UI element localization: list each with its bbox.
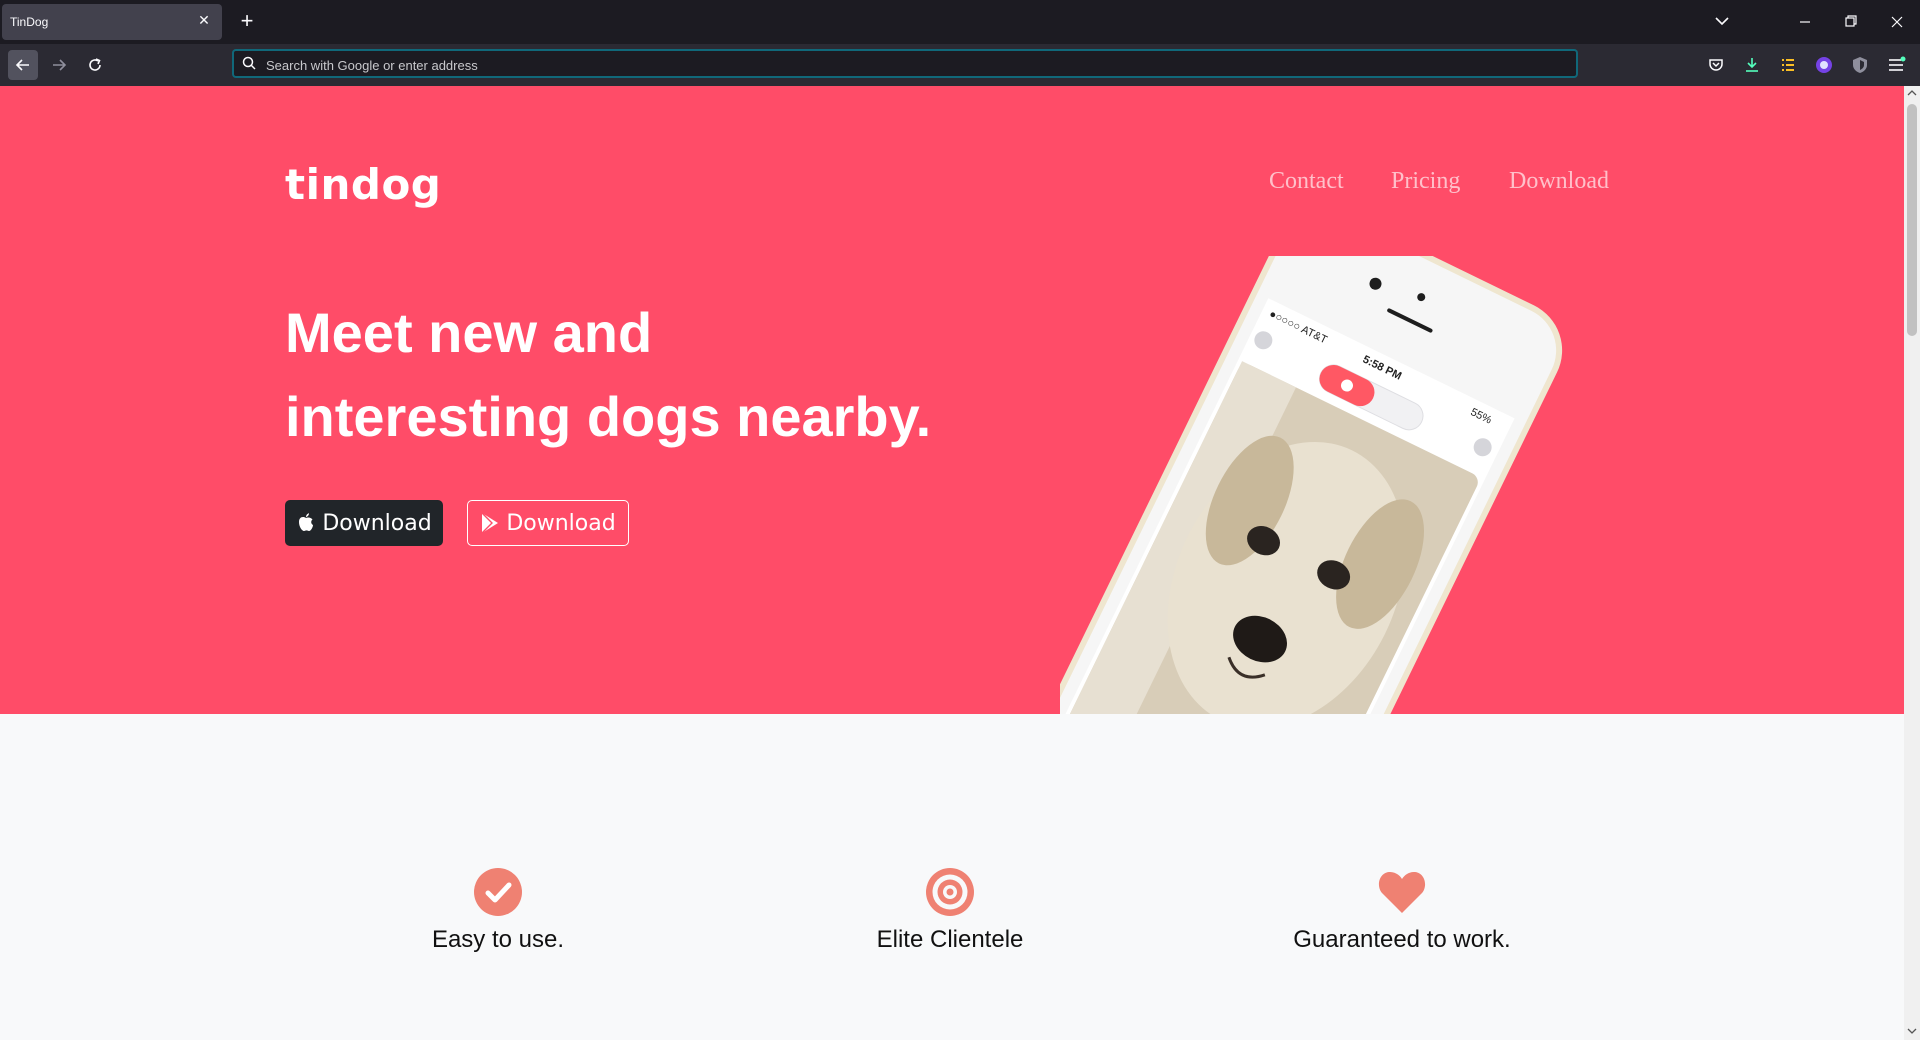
list-all-tabs-icon[interactable] (1707, 8, 1737, 36)
close-window-icon[interactable] (1882, 8, 1912, 36)
account-avatar-icon[interactable] (1814, 55, 1834, 75)
library-icon[interactable] (1778, 55, 1798, 75)
forward-arrow-icon (53, 59, 67, 71)
scroll-up-icon[interactable] (1907, 88, 1917, 98)
feature-title: Elite Clientele (876, 926, 1024, 953)
feature-title: Guaranteed to work. (1293, 926, 1511, 953)
minimize-window-icon[interactable] (1790, 8, 1820, 36)
page-viewport: tindog Contact Pricing Download Meet new… (0, 86, 1904, 1040)
headline-line-1: Meet new and (285, 301, 653, 364)
downloads-icon[interactable] (1742, 55, 1762, 75)
google-play-icon (481, 512, 499, 534)
scroll-thumb[interactable] (1907, 104, 1917, 336)
hero-headline: Meet new and interesting dogs nearby. (285, 291, 931, 459)
check-circle-icon (474, 868, 522, 916)
nav-link-pricing[interactable]: Pricing (1391, 168, 1460, 195)
forward-button[interactable] (44, 50, 74, 80)
google-play-download-button[interactable]: Download (467, 500, 629, 546)
back-button[interactable] (8, 50, 38, 80)
tab-close-icon[interactable]: ✕ (196, 12, 212, 28)
page-scrollbar[interactable] (1904, 86, 1920, 1040)
address-input[interactable] (264, 53, 1558, 77)
address-bar[interactable] (232, 49, 1578, 78)
apple-download-button[interactable]: Download (285, 500, 443, 546)
reload-button[interactable] (80, 50, 110, 80)
headline-line-2: interesting dogs nearby. (285, 385, 932, 448)
feature-title: Easy to use. (431, 926, 565, 953)
pocket-icon[interactable] (1706, 55, 1726, 75)
tab-title: TinDog (10, 15, 49, 29)
app-menu-icon[interactable] (1886, 55, 1906, 75)
hero-section: tindog Contact Pricing Download Meet new… (0, 86, 1904, 714)
shield-icon[interactable] (1850, 55, 1870, 75)
nav-link-contact[interactable]: Contact (1269, 168, 1344, 195)
back-arrow-icon (15, 59, 29, 71)
nav-link-download[interactable]: Download (1509, 168, 1609, 195)
reload-icon (89, 58, 101, 71)
browser-toolbar (0, 44, 1920, 86)
apple-icon (299, 513, 314, 531)
heart-icon (1378, 871, 1426, 913)
scroll-down-icon[interactable] (1907, 1026, 1917, 1036)
features-section: Easy to use. Elite Clientele Guaranteed … (0, 714, 1904, 1040)
browser-tab-strip: TinDog ✕ + (0, 0, 1920, 44)
search-icon (242, 56, 256, 70)
google-download-label: Download (506, 510, 616, 536)
apple-download-label: Download (322, 510, 432, 536)
browser-tab[interactable]: TinDog ✕ (2, 4, 222, 40)
new-tab-button[interactable]: + (234, 8, 260, 34)
brand-logo[interactable]: tindog (285, 160, 441, 209)
iphone-mockup-image: ●○○○○ AT&T 5:58 PM 55% (1060, 256, 1563, 714)
restore-window-icon[interactable] (1836, 8, 1866, 36)
bullseye-icon (926, 868, 974, 916)
